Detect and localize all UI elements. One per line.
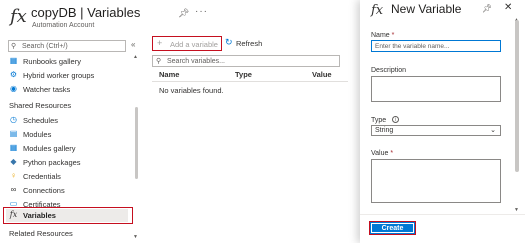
column-header-value[interactable]: Value <box>312 70 332 79</box>
key-icon: ♀ <box>10 171 17 180</box>
pin-icon[interactable]: 📌︎ <box>482 4 492 13</box>
info-icon[interactable]: i <box>392 116 400 123</box>
plus-icon: + <box>157 38 163 48</box>
gallery-icon: ▦ <box>9 56 18 65</box>
sidebar-search-placeholder: Search (Ctrl+/) <box>22 42 68 50</box>
page-title: copyDB | Variables <box>31 5 141 20</box>
related-resources-heading: Related Resources <box>9 229 73 238</box>
sidebar-item-label: Credentials <box>23 172 61 181</box>
table-header-divider <box>152 81 348 82</box>
modules-gallery-icon: ▦ <box>9 143 18 152</box>
name-placeholder: Enter the variable name... <box>375 42 450 50</box>
sidebar-item-modules[interactable]: ▤ Modules <box>6 128 128 141</box>
worker-groups-icon: ⚙ <box>9 70 18 79</box>
scroll-down-icon[interactable]: ▼ <box>514 207 519 213</box>
scroll-up-icon[interactable]: ▲ <box>133 54 138 60</box>
type-select[interactable]: String ⌄ <box>371 125 501 136</box>
sidebar-search-input[interactable]: ⚲ Search (Ctrl+/) <box>8 40 126 52</box>
close-icon[interactable]: ✕ <box>504 2 512 13</box>
sidebar-item-label: Modules <box>23 130 52 139</box>
add-variable-button[interactable]: + Add a variable <box>152 36 222 51</box>
panel-footer-divider <box>360 214 525 215</box>
schedule-icon: ◷ <box>10 115 17 124</box>
value-label-text: Value <box>371 150 389 157</box>
variables-search-input[interactable]: ⚲ Search variables... <box>152 55 340 67</box>
name-label-text: Name <box>371 32 390 39</box>
connection-icon: ∞ <box>10 185 17 194</box>
column-header-type[interactable]: Type <box>235 70 252 79</box>
fx-icon: fx <box>371 3 384 18</box>
refresh-icon: ↻ <box>225 37 233 47</box>
description-textarea[interactable] <box>371 76 501 102</box>
pin-icon[interactable]: 📌︎ <box>178 8 189 19</box>
value-textarea[interactable] <box>371 159 501 203</box>
modules-icon: ▤ <box>9 129 18 138</box>
type-label: Type i <box>371 116 400 124</box>
description-label: Description <box>371 67 407 74</box>
chevron-down-icon: ⌄ <box>490 127 496 134</box>
create-button-label: Create <box>381 224 404 232</box>
sidebar-item-label: Schedules <box>23 116 59 125</box>
type-select-value: String <box>375 127 394 134</box>
python-icon: ◆ <box>10 157 17 166</box>
blade-header: fx copyDB | Variables Automation Account… <box>0 0 360 36</box>
sidebar-item-connections[interactable]: ∞ Connections <box>6 184 128 197</box>
refresh-label: Refresh <box>236 39 263 48</box>
sidebar-item-schedules[interactable]: ◷ Schedules <box>6 114 128 127</box>
new-variable-panel: fx New Variable 📌︎ ✕ Name * Enter the va… <box>360 0 525 243</box>
sidebar-item-label: Runbooks gallery <box>23 57 81 66</box>
search-icon: ⚲ <box>11 43 17 50</box>
page-subtitle: Automation Account <box>32 22 95 29</box>
sidebar-item-modules-gallery[interactable]: ▦ Modules gallery <box>6 142 128 155</box>
variables-search-placeholder: Search variables... <box>167 57 225 65</box>
column-header-name[interactable]: Name <box>159 70 179 79</box>
required-marker: * <box>391 32 395 39</box>
sidebar-item-label: Watcher tasks <box>23 85 71 94</box>
sidebar-item-credentials[interactable]: ♀ Credentials <box>6 170 128 183</box>
required-marker: * <box>390 150 394 157</box>
fx-icon: fx <box>10 6 27 27</box>
search-icon: ⚲ <box>156 58 162 65</box>
more-options-icon[interactable]: ··· <box>195 6 208 17</box>
value-label: Value * <box>371 150 393 157</box>
sidebar-item-label: Hybrid worker groups <box>23 71 95 80</box>
sidebar-scrollbar-thumb[interactable] <box>135 107 138 179</box>
collapse-sidebar-button[interactable]: « <box>131 40 135 49</box>
variables-highlight-box <box>3 207 133 224</box>
watcher-icon: ◉ <box>10 84 17 93</box>
name-label: Name * <box>371 32 394 39</box>
create-button[interactable]: Create <box>369 221 416 235</box>
type-label-text: Type <box>371 117 387 124</box>
shared-resources-heading: Shared Resources <box>9 101 72 110</box>
sidebar-item-watcher-tasks[interactable]: ◉ Watcher tasks <box>6 83 128 96</box>
sidebar-item-runbooks-gallery[interactable]: ▦ Runbooks gallery <box>6 55 128 68</box>
scroll-down-icon[interactable]: ▼ <box>133 234 138 240</box>
sidebar-item-label: Modules gallery <box>23 144 76 153</box>
name-input[interactable]: Enter the variable name... <box>371 40 501 52</box>
sidebar-item-label: Python packages <box>23 158 81 167</box>
refresh-button[interactable]: ↻ Refresh <box>225 37 275 50</box>
add-variable-label: Add a variable <box>170 40 218 49</box>
panel-scrollbar-thumb[interactable] <box>515 20 519 172</box>
sidebar-item-python-packages[interactable]: ◆ Python packages <box>6 156 128 169</box>
sidebar-item-hybrid-worker-groups[interactable]: ⚙ Hybrid worker groups <box>6 69 128 82</box>
empty-state-message: No variables found. <box>159 86 224 95</box>
sidebar-item-label: Connections <box>23 186 65 195</box>
panel-title: New Variable <box>391 2 462 16</box>
